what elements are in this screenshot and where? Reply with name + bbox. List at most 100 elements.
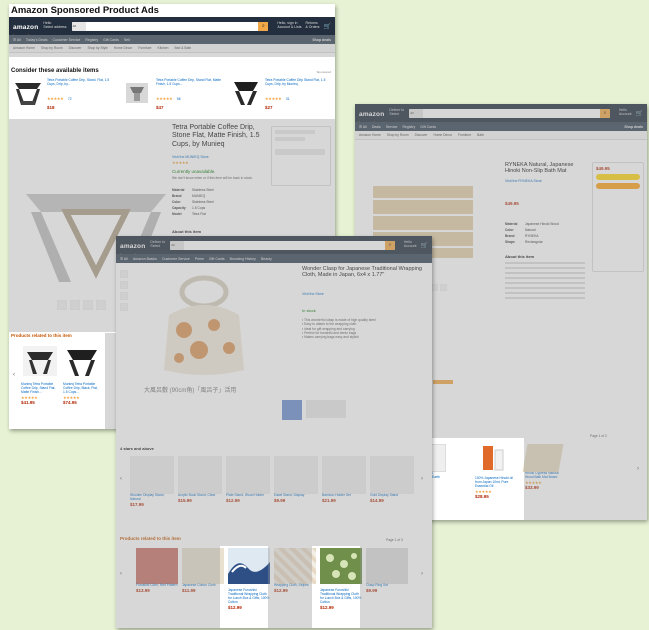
category-bar: Amazon Home Shop by Room Discover Home Déco… [355,131,647,140]
product-main-image[interactable] [144,270,264,380]
about-heading: About this item [505,254,535,259]
search-icon[interactable]: ⌕ [599,108,610,118]
amazon-navbar: amazon Deliver to Select All ⌕ Hello Accoun… [355,104,647,123]
related-item[interactable]: Munieq Tetra Portable Coffee Drip, Stand… [21,344,61,405]
wave-furoshiki-image [228,548,270,584]
menu-icon[interactable]: ☰ All [13,38,21,42]
deliver-to[interactable]: Hello Select address [43,21,66,30]
product-title: RYNEKA Natural, Japanese Hinoki Non-Slip… [505,162,574,175]
related-item[interactable]: Japanese Cotton Cloth $11.99 [182,548,224,610]
related-item[interactable]: Japanese Furoshiki Traditional Wrapping … [228,548,270,610]
wood-board-image [522,444,564,472]
add-to-cart-button[interactable] [596,174,640,180]
search-bar[interactable]: All ⌕ [170,240,395,250]
image-caption: 大風呂敷 (90cm角)「風呂子」活用 [144,388,237,394]
search-input[interactable] [86,22,259,31]
chevron-left-icon[interactable]: ‹ [120,476,122,482]
amazon-logo[interactable]: amazon [120,236,145,255]
product-card[interactable]: Acrylic Book Stand, Clear $15.99 [178,456,222,507]
related-heading: Products related to this item [11,333,72,338]
cart-icon[interactable]: 🛒 [636,110,643,117]
chevron-left-icon[interactable]: ‹ [13,372,15,378]
search-bar[interactable]: All ⌕ [409,108,610,118]
brand-link[interactable]: Visit the RYNEKA Store [505,179,542,183]
thumbnail-strip [57,300,106,310]
menu-icon[interactable]: ☰ All [359,125,367,129]
related-page-indicator: Page 1 of 2 [590,434,607,438]
brand-link[interactable]: Visit the MUNIEQ Store [172,155,209,159]
related-item[interactable]: 100% Japanese Hinoki oil from Japan 10ml… [475,444,513,499]
product-card[interactable]: Wooden Display Stand, Natural $17.99 [130,456,174,507]
related-row: Furoshiki Cloth, Red Pattern $13.99 Japan… [136,548,418,610]
amazon-navbar: amazon Hello Select address All ⌕ Hello, … [9,16,335,36]
buy-box: $49.95 [592,162,644,272]
availability: In stock [302,308,316,313]
thumbnail[interactable] [57,300,67,310]
chevron-right-icon[interactable]: › [421,571,423,577]
cart-icon[interactable]: 🛒 [421,242,428,249]
buy-now-button[interactable] [596,183,640,189]
also-heading: 4 stars and above [120,446,154,451]
ad-image[interactable] [282,400,302,420]
product-card[interactable]: Gold Display Stand $14.99 [370,456,414,507]
coffee-stand-image [23,346,57,376]
cart-icon[interactable]: 🛒 [324,23,331,30]
feature-bullets: • This wonderful clasp is made of high q… [302,318,376,340]
search-icon[interactable]: ⌕ [258,21,269,31]
sub-navbar: ☰ All Today's Deals Customer Service Regist… [9,35,335,44]
related-item[interactable]: Wrapping Cloth, Stripes $12.99 [274,548,316,610]
account-link[interactable]: Hello, sign in Account & Lists [277,21,301,30]
spec-table: Material Japanese Hinoki Wood Color Natura… [505,222,559,244]
orders-link[interactable]: Returns & Orders [306,21,320,30]
chevron-right-icon[interactable]: › [421,476,423,482]
related-item[interactable]: Clasp Ring Set $9.99 [366,548,408,610]
sub-navbar: ☰ All Deals Service Registry Gift Cards Shop … [355,122,647,131]
related-item[interactable]: Furoshiki Cloth, Red Pattern $13.99 [136,548,178,610]
price: $49.95 [505,201,519,206]
coffee-stand-image [15,83,41,105]
brand-link[interactable]: Visit the Store [302,292,324,296]
chevron-right-icon[interactable]: › [637,466,639,472]
menu-icon[interactable]: ☰ All [120,257,128,261]
consider-heading: Consider these available items [11,68,99,74]
about-heading: About this item [172,229,202,234]
quantity-select[interactable] [275,149,325,155]
product-title: Tetra Portable Coffee Drip, Stone Flat, … [172,124,260,148]
thumbnail[interactable] [70,300,80,310]
coffee-stand-image [234,82,258,105]
sponsored-label: Sponsored [316,70,331,74]
availability: Currently unavailable. [172,169,216,174]
sponsored-item[interactable]: Tetra Portable Coffee Drip Stand Flat, 1… [231,78,331,110]
search-bar[interactable]: All ⌕ [71,21,269,31]
search-icon[interactable]: ⌕ [384,240,395,250]
thumbnail[interactable] [96,300,106,310]
coffee-stand-image [67,350,97,376]
page-title: Amazon Sponsored Product Ads [11,5,159,16]
thumbnail[interactable] [83,300,93,310]
spec-table: Material Stainless Steel Brand MUNIEQ Colo… [172,188,214,216]
amazon-logo[interactable]: amazon [13,16,38,36]
chevron-left-icon[interactable]: ‹ [120,571,122,577]
amazon-navbar: amazon Deliver to Select All ⌕ Hello Accoun… [116,236,432,255]
screenshot-furoshiki-clasp: amazon Deliver to Select All ⌕ Hello Accoun… [116,236,432,628]
related-item[interactable]: Japanese Furoshiki Traditional Wrapping … [320,548,362,610]
related-page-indicator: Page 1 of 3 [386,538,403,542]
also-row: Wooden Display Stand, Natural $17.99 Acry… [130,456,420,507]
sub-navbar: ☰ All Amazon Basics Customer Service Prime G… [116,254,432,263]
sponsored-item[interactable]: Tetra Portable Coffee Drip, Stand Flat, … [122,78,222,110]
coffee-stand-image [126,83,148,103]
rating-stars[interactable]: ★★★★★ [172,160,189,165]
amazon-logo[interactable]: amazon [359,104,384,123]
availability-note: We don't know when or if this item will … [172,176,253,180]
product-card[interactable]: Easel Stand, Display $9.99 [274,456,318,507]
category-bar: Amazon Home Shop by Room Discover Shop by S… [9,44,335,53]
sponsored-item[interactable]: Tetra Portable Coffee Drip, Stand, Flat,… [13,78,113,110]
product-card[interactable]: Plate Stand, Wood Holder $12.99 [226,456,270,507]
related-heading: Products related to this item [120,536,181,541]
product-card[interactable]: Bamboo Holder Set $21.99 [322,456,366,507]
product-title: Wonder Clasp for Japanese Traditional Wr… [302,266,422,279]
buy-box [271,126,331,186]
related-item[interactable]: Munieq Tetra Portable Coffee Drip, Black… [63,344,103,405]
related-item[interactable]: Hinoki Cypress Natural Wood Bath Mat Boa… [522,444,564,490]
oil-bottle-image [483,446,504,471]
